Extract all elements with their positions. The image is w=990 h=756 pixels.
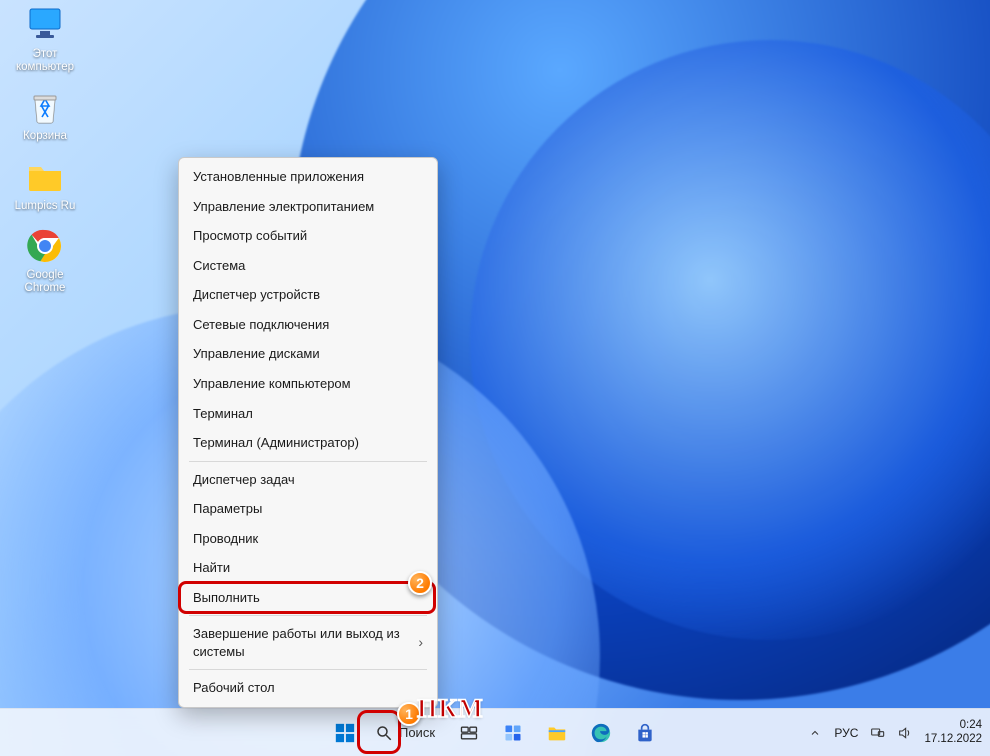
tray-date: 17.12.2022 xyxy=(924,733,982,746)
context-menu-item[interactable]: Установленные приложения xyxy=(179,162,437,192)
menu-separator xyxy=(189,615,427,616)
context-menu-item-label: Рабочий стол xyxy=(193,679,275,697)
widgets-icon xyxy=(503,723,523,743)
context-menu-item[interactable]: Терминал xyxy=(179,399,437,429)
context-menu-item[interactable]: Завершение работы или выход из системы xyxy=(179,619,437,666)
desktop-icon-label: Корзина xyxy=(23,130,67,143)
taskbar-search-label: Поиск xyxy=(399,725,435,740)
taskbar-store[interactable] xyxy=(625,713,665,753)
context-menu-item-label: Диспетчер задач xyxy=(193,471,295,489)
context-menu-item[interactable]: Управление компьютером xyxy=(179,369,437,399)
context-menu-item[interactable]: Рабочий стол xyxy=(179,673,437,703)
taskbar-widgets[interactable] xyxy=(493,713,533,753)
desktop-icon-recycle-bin[interactable]: Корзина xyxy=(6,86,84,143)
store-icon xyxy=(635,723,655,743)
tray-chevron-up-icon[interactable] xyxy=(806,724,824,742)
desktop-icon-label: Этот компьютер xyxy=(16,48,74,74)
context-menu-item[interactable]: Параметры xyxy=(179,494,437,524)
context-menu-item[interactable]: Терминал (Администратор) xyxy=(179,428,437,458)
context-menu-item-label: Система xyxy=(193,257,245,275)
taskbar-edge[interactable] xyxy=(581,713,621,753)
context-menu-item[interactable]: Просмотр событий xyxy=(179,221,437,251)
chrome-icon xyxy=(24,225,66,267)
taskbar-explorer[interactable] xyxy=(537,713,577,753)
recycle-bin-icon xyxy=(24,86,66,128)
network-icon[interactable] xyxy=(868,724,886,742)
desktop-icon-this-pc[interactable]: Этот компьютер xyxy=(6,4,84,74)
context-menu-item-label: Диспетчер устройств xyxy=(193,286,320,304)
context-menu-item-label: Управление компьютером xyxy=(193,375,351,393)
context-menu-item-label: Выполнить xyxy=(193,589,260,607)
context-menu-item-label: Параметры xyxy=(193,500,262,518)
tray-clock[interactable]: 0:24 17.12.2022 xyxy=(924,719,982,745)
menu-separator xyxy=(189,669,427,670)
desktop-icons: Этот компьютер Корзина Lumpics Ru xyxy=(6,4,84,295)
context-menu-item[interactable]: Выполнить xyxy=(179,583,437,613)
context-menu-item[interactable]: Диспетчер задач xyxy=(179,465,437,495)
file-explorer-icon xyxy=(546,722,568,744)
monitor-icon xyxy=(24,4,66,46)
context-menu-item[interactable]: Управление дисками xyxy=(179,339,437,369)
context-menu-item-label: Терминал (Администратор) xyxy=(193,434,359,452)
context-menu-item[interactable]: Найти xyxy=(179,553,437,583)
context-menu-item[interactable]: Сетевые подключения xyxy=(179,310,437,340)
annotation-rmb-label: ПКМ xyxy=(417,694,484,724)
context-menu-item-label: Просмотр событий xyxy=(193,227,307,245)
context-menu-item[interactable]: Диспетчер устройств xyxy=(179,280,437,310)
desktop-icon-label: Google Chrome xyxy=(25,269,66,295)
context-menu-item-label: Установленные приложения xyxy=(193,168,364,186)
start-button[interactable] xyxy=(325,713,365,753)
context-menu-item[interactable]: Система xyxy=(179,251,437,281)
desktop-wallpaper xyxy=(0,0,990,756)
context-menu-item[interactable]: Управление электропитанием xyxy=(179,192,437,222)
context-menu-item[interactable]: Проводник xyxy=(179,524,437,554)
context-menu-item-label: Проводник xyxy=(193,530,258,548)
context-menu-item-label: Терминал xyxy=(193,405,253,423)
annotation-step-2: 2 xyxy=(408,571,432,595)
edge-icon xyxy=(590,722,612,744)
context-menu-item-label: Сетевые подключения xyxy=(193,316,329,334)
folder-icon xyxy=(24,156,66,198)
menu-separator xyxy=(189,461,427,462)
tray-language[interactable]: РУС xyxy=(834,726,858,740)
search-icon xyxy=(375,724,393,742)
desktop-icon-chrome[interactable]: Google Chrome xyxy=(6,225,84,295)
desktop-icon-folder-lumpics[interactable]: Lumpics Ru xyxy=(6,156,84,213)
context-menu-item-label: Управление электропитанием xyxy=(193,198,374,216)
taskbar-center: Поиск xyxy=(325,713,665,753)
start-context-menu: Установленные приложения Управление элект… xyxy=(178,157,438,708)
tray-time: 0:24 xyxy=(924,719,982,732)
windows-icon xyxy=(334,722,356,744)
context-menu-item-label: Управление дисками xyxy=(193,345,320,363)
context-menu-item-label: Завершение работы или выход из системы xyxy=(193,625,410,660)
desktop-icon-label: Lumpics Ru xyxy=(15,200,76,213)
system-tray: РУС 0:24 17.12.2022 xyxy=(806,709,982,756)
volume-icon[interactable] xyxy=(896,724,914,742)
task-view-icon xyxy=(459,723,479,743)
context-menu-item-label: Найти xyxy=(193,559,230,577)
taskbar: Поиск xyxy=(0,708,990,756)
